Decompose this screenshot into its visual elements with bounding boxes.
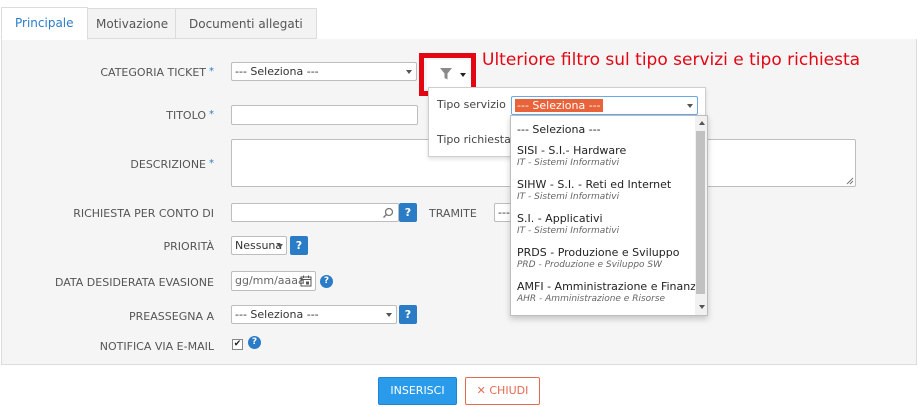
priorita-select[interactable]: Nessuna: [231, 236, 287, 255]
dropdown-option[interactable]: AMFI - Amministrazione e Finanza AHR - A…: [517, 280, 703, 304]
dropdown-option[interactable]: S.I. - Applicativi IT - Sistemi Informat…: [517, 212, 697, 236]
chevron-down-icon: [277, 244, 283, 248]
inserisci-button[interactable]: INSERISCI: [378, 377, 457, 405]
titolo-label: TITOLO *: [166, 109, 214, 122]
data-label: DATA DESIDERATA EVASIONE: [54, 276, 214, 289]
priorita-help-button[interactable]: ?: [290, 236, 308, 255]
tipo-servizio-label: Tipo servizio: [437, 98, 506, 111]
tramite-label: TRAMITE: [429, 207, 477, 220]
dropdown-scrollbar[interactable]: [695, 116, 707, 315]
descrizione-label: DESCRIZIONE *: [130, 158, 214, 171]
richiesta-label: RICHIESTA PER CONTO DI: [73, 207, 214, 220]
categoria-label: CATEGORIA TICKET *: [100, 66, 214, 79]
tab-documenti-allegati[interactable]: Documenti allegati: [175, 8, 317, 39]
scroll-down-icon[interactable]: [699, 305, 705, 309]
chevron-down-icon: [386, 313, 392, 317]
notifica-checkbox[interactable]: ✔: [232, 339, 243, 350]
preassegna-help-button[interactable]: ?: [399, 305, 417, 324]
close-icon: ✕: [476, 384, 486, 397]
titolo-input[interactable]: [231, 105, 418, 125]
tab-principale[interactable]: Principale: [1, 7, 88, 40]
tipo-servizio-dropdown[interactable]: --- Seleziona --- SISI - S.I.- Hardware …: [510, 115, 708, 316]
scroll-thumb[interactable]: [696, 131, 705, 294]
data-help-icon[interactable]: ?: [320, 275, 333, 288]
preassegna-select[interactable]: --- Seleziona ---: [231, 305, 397, 324]
categoria-select[interactable]: --- Seleziona ---: [231, 62, 417, 81]
richiesta-help-button[interactable]: ?: [399, 203, 417, 222]
resize-handle-icon[interactable]: [846, 177, 854, 185]
dropdown-option[interactable]: --- Seleziona ---: [517, 123, 697, 136]
dropdown-option[interactable]: SISI - S.I.- Hardware IT - Sistemi Infor…: [517, 144, 697, 168]
chiudi-button[interactable]: ✕ CHIUDI: [465, 377, 540, 405]
notifica-help-icon[interactable]: ?: [248, 336, 261, 349]
notifica-label: NOTIFICA VIA E-MAIL: [99, 340, 214, 353]
calendar-icon[interactable]: [300, 275, 312, 287]
dropdown-option[interactable]: SIHW - S.I. - Reti ed Internet IT - Sist…: [517, 178, 697, 202]
tipo-richiesta-label: Tipo richiesta: [437, 133, 511, 146]
tipo-servizio-select[interactable]: --- Seleziona ---: [511, 96, 698, 115]
search-icon[interactable]: [382, 207, 394, 219]
scroll-up-icon[interactable]: [699, 121, 705, 125]
richiesta-input[interactable]: [231, 203, 399, 222]
dropdown-option[interactable]: PRDS - Produzione e Sviluppo PRD - Produ…: [517, 246, 697, 270]
priorita-label: PRIORITÀ: [163, 240, 214, 253]
data-input[interactable]: gg/mm/aaaa: [231, 271, 316, 291]
preassegna-label: PREASSEGNA A: [129, 310, 214, 323]
chevron-down-icon: [687, 104, 693, 108]
chevron-down-icon: [406, 70, 412, 74]
tab-motivazione[interactable]: Motivazione: [82, 8, 183, 39]
annotation-text: Ulteriore filtro sul tipo servizi e tipo…: [482, 50, 861, 70]
